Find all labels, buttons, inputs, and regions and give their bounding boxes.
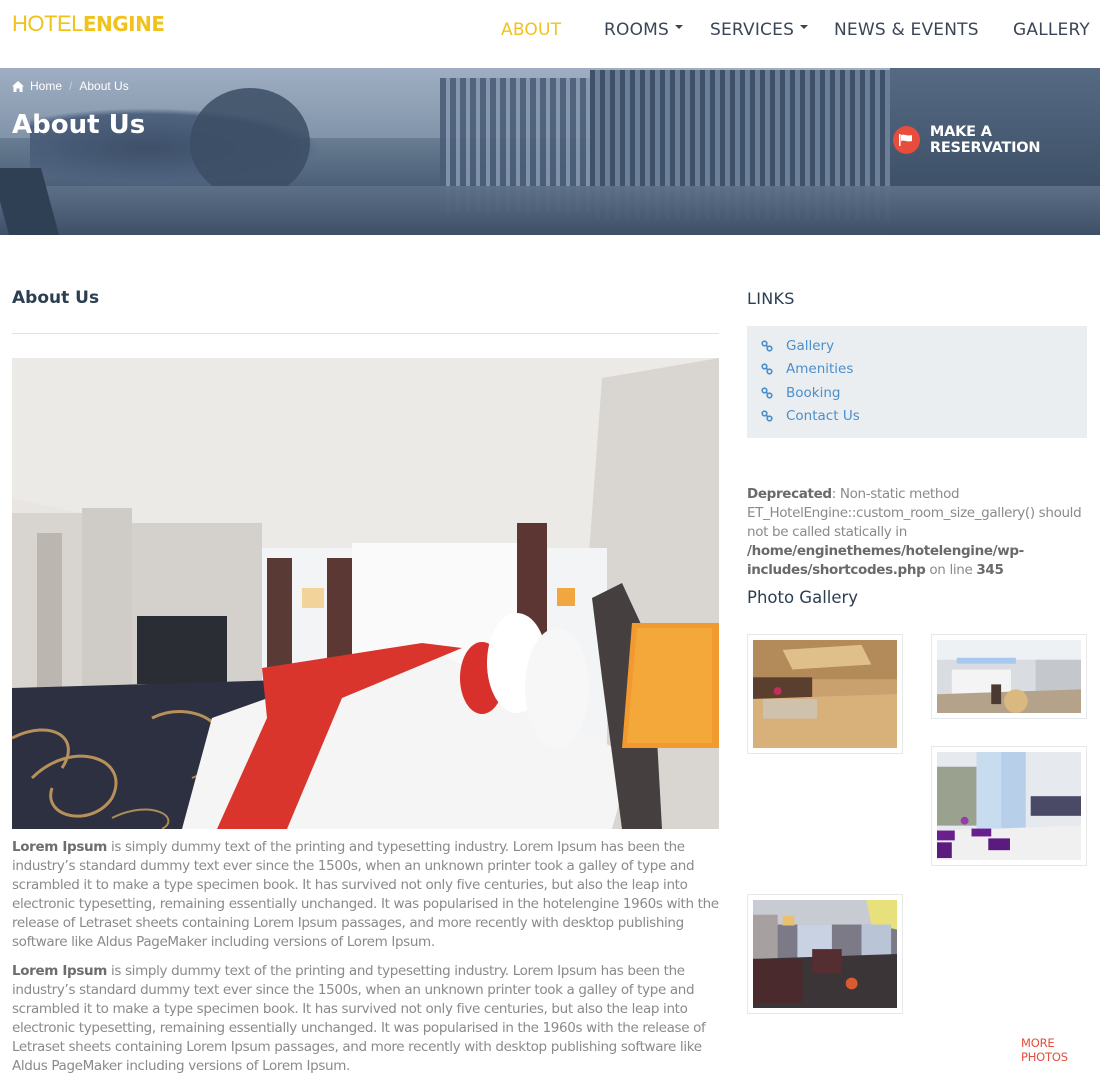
gallery-thumb-suite[interactable] [747, 894, 903, 1014]
heading-divider [12, 333, 719, 334]
deprecated-on-line: on line [925, 562, 977, 578]
link-amenities[interactable]: Amenities [761, 358, 1087, 382]
flag-icon [893, 126, 920, 154]
breadcrumb-current: About Us [79, 79, 129, 93]
links-list: Gallery Amenities Booking Contact Us [747, 326, 1087, 438]
link-icon [761, 387, 773, 399]
page-title: About Us [12, 110, 146, 140]
about-paragraph-1: Lorem Ipsum is simply dummy text of the … [12, 838, 724, 952]
gallery-thumb-restaurant[interactable] [931, 634, 1087, 719]
link-contact-us[interactable]: Contact Us [761, 405, 1087, 429]
paragraph-bold: Lorem Ipsum [12, 839, 108, 855]
home-icon[interactable] [12, 80, 24, 92]
about-paragraph-2: Lorem Ipsum is simply dummy text of the … [12, 962, 724, 1076]
nav-label: ABOUT [501, 20, 562, 40]
link-icon [761, 410, 773, 422]
nav-rooms[interactable]: ROOMS [604, 20, 684, 42]
nav-about[interactable]: ABOUT [501, 20, 561, 42]
caret-down-icon [800, 25, 809, 29]
logo-light-text: HOTEL [12, 11, 83, 36]
suite-living-room-photo [753, 900, 897, 1008]
site-logo[interactable]: HOTELENGINE [12, 11, 165, 37]
link-label: Contact Us [786, 408, 860, 425]
breadcrumb-home[interactable]: Home [30, 79, 62, 93]
restaurant-buffet-photo [937, 640, 1081, 713]
links-title: LINKS [747, 289, 795, 308]
more-photos-link[interactable]: MORE PHOTOS [1021, 1036, 1100, 1064]
link-icon [761, 363, 773, 375]
content-heading: About Us [12, 288, 100, 308]
paragraph-bold: Lorem Ipsum [12, 963, 108, 979]
link-icon [761, 340, 773, 352]
hotel-bedroom-photo [12, 358, 719, 829]
paragraph-text: is simply dummy text of the printing and… [12, 963, 706, 1074]
logo-bold-text: ENGINE [82, 12, 165, 36]
nav-gallery[interactable]: GALLERY [1013, 20, 1090, 42]
nav-services[interactable]: SERVICES [710, 20, 809, 42]
make-reservation-button[interactable]: MAKE A RESERVATION [893, 124, 1100, 156]
photo-gallery-title: Photo Gallery [747, 588, 859, 607]
nav-label: ROOMS [604, 20, 670, 40]
site-header: HOTELENGINE ABOUT ROOMS SERVICES NEWS & … [0, 0, 1100, 68]
link-booking[interactable]: Booking [761, 381, 1087, 405]
nav-label: GALLERY [1013, 20, 1090, 40]
deprecated-line-number: 345 [976, 562, 1004, 578]
link-label: Gallery [786, 337, 835, 354]
breadcrumb-separator: / [69, 79, 73, 93]
paragraph-text: is simply dummy text of the printing and… [12, 839, 719, 950]
lounge-purple-seating-photo [937, 752, 1081, 860]
breadcrumb: Home / About Us [12, 79, 129, 93]
banner-tree [190, 88, 310, 198]
nav-label: SERVICES [710, 20, 795, 40]
deprecated-notice: Deprecated: Non-static method ET_HotelEn… [747, 485, 1092, 580]
lobby-reception-photo [753, 640, 897, 748]
link-label: Amenities [786, 361, 854, 378]
banner-ground [0, 186, 1100, 235]
nav-label: NEWS & EVENTS [834, 20, 979, 40]
link-label: Booking [786, 384, 841, 401]
nav-news-events[interactable]: NEWS & EVENTS [834, 20, 979, 42]
gallery-thumb-lobby[interactable] [747, 634, 903, 754]
deprecated-label: Deprecated [747, 486, 832, 502]
reservation-label: MAKE A RESERVATION [929, 124, 1041, 156]
gallery-thumb-lounge[interactable] [931, 746, 1087, 866]
caret-down-icon [675, 25, 684, 29]
link-gallery[interactable]: Gallery [761, 334, 1087, 358]
